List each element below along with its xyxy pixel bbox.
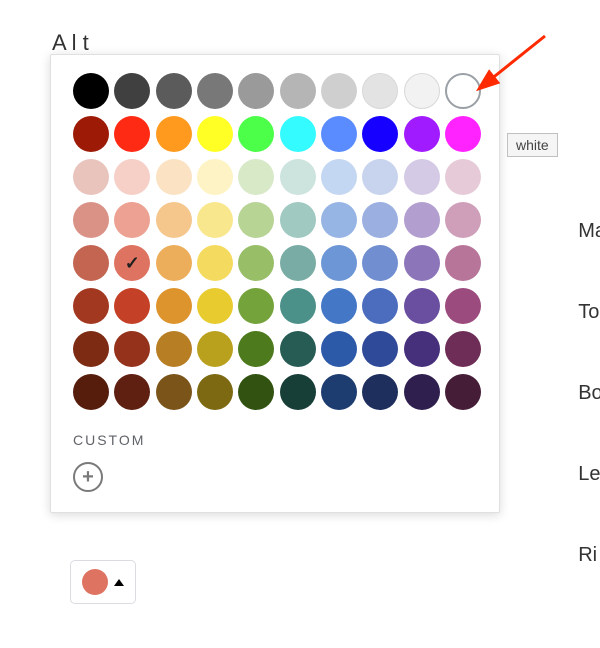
callout-arrow bbox=[0, 0, 600, 648]
color-tooltip: white bbox=[507, 133, 558, 157]
